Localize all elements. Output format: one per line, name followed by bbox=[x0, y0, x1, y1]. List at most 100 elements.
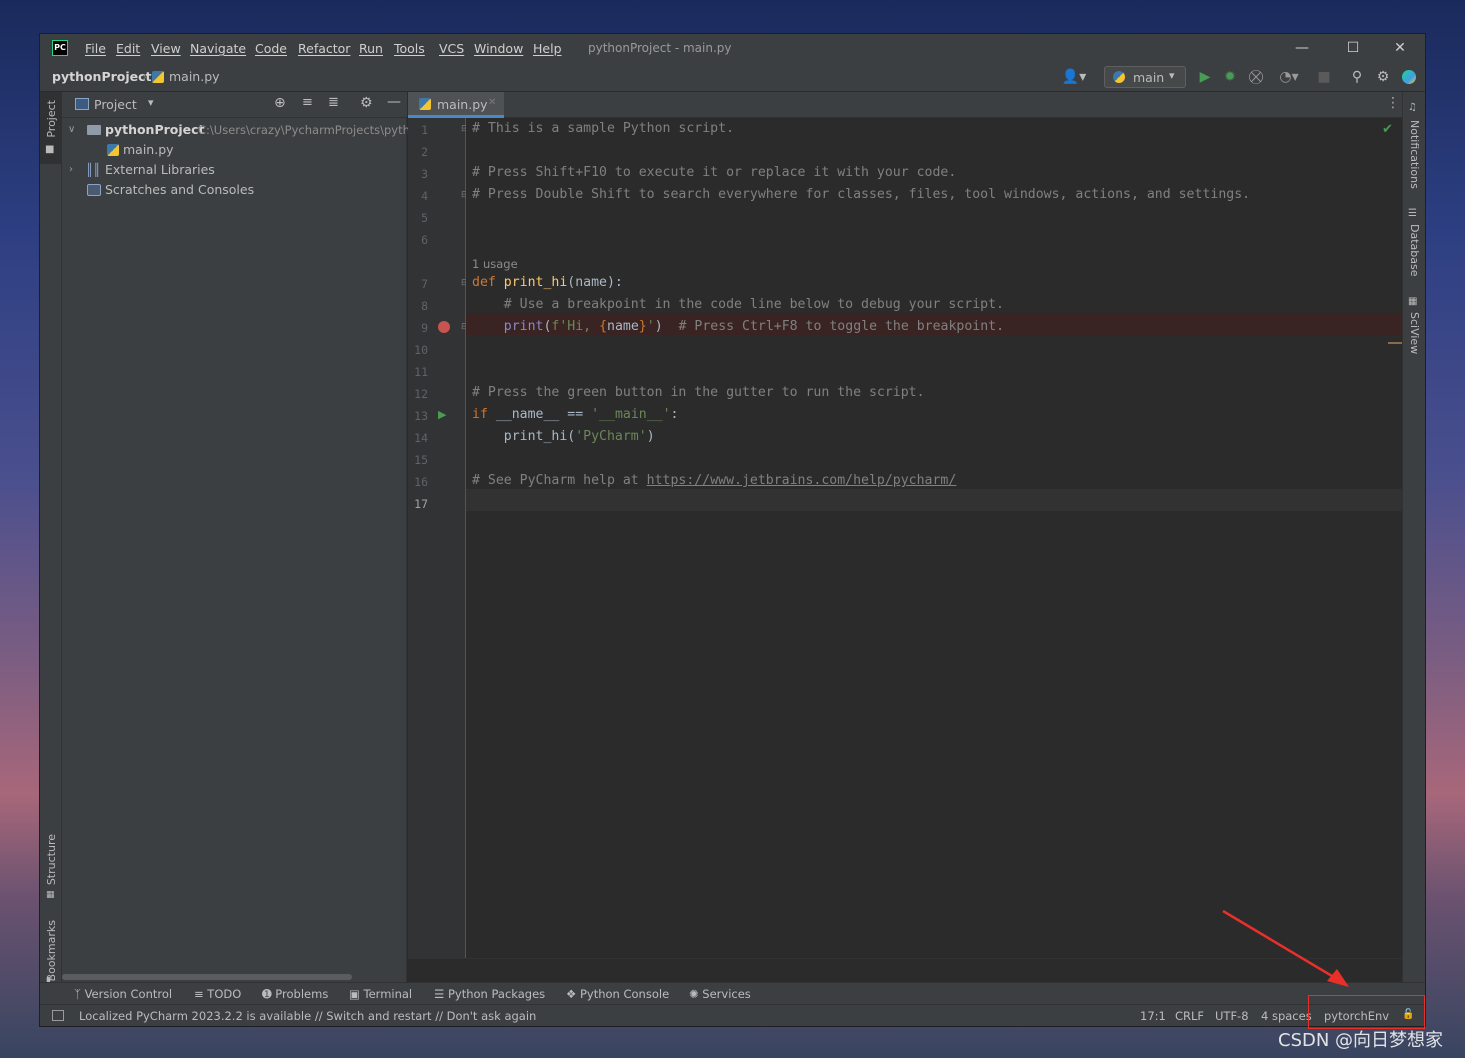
left-tool-strip: Project ■ Structure ▦ Bookmarks ▮ bbox=[40, 92, 62, 986]
debug-icon[interactable]: ✹ bbox=[1221, 69, 1239, 85]
code-editor[interactable]: ✔ # This is a sample Python script. # Pr… bbox=[466, 118, 1402, 958]
project-tool-label: Project bbox=[45, 100, 58, 138]
code-line-9: print(f'Hi, {name}') # Press Ctrl+F8 to … bbox=[472, 316, 1004, 338]
code-line-13: if __name__ == '__main__': bbox=[472, 404, 678, 426]
menu-edit[interactable]: Edit bbox=[116, 41, 140, 56]
tree-project-path: C:\Users\crazy\PycharmProjects\pyth bbox=[198, 123, 408, 137]
tool-problems[interactable]: ➊ Problems bbox=[262, 987, 328, 1001]
minimize-icon[interactable]: — bbox=[1287, 38, 1317, 58]
breakpoint-icon[interactable] bbox=[438, 321, 450, 333]
project-panel-title[interactable]: Project bbox=[94, 97, 137, 112]
menu-refactor[interactable]: Refactor bbox=[298, 41, 350, 56]
tool-todo[interactable]: ≡ TODO bbox=[194, 987, 241, 1001]
horizontal-scrollbar[interactable] bbox=[62, 974, 352, 980]
search-icon[interactable]: ⚲ bbox=[1348, 69, 1366, 85]
menu-vcs[interactable]: VCS bbox=[439, 41, 464, 56]
code-line-1: # This is a sample Python script. bbox=[472, 121, 735, 136]
menu-tools[interactable]: Tools bbox=[394, 41, 425, 56]
maximize-icon[interactable]: ☐ bbox=[1338, 38, 1368, 58]
menu-help[interactable]: Help bbox=[533, 41, 562, 56]
tool-services[interactable]: ✺ Services bbox=[689, 987, 751, 1001]
collapse-all-icon[interactable]: ≣ bbox=[328, 95, 339, 110]
annotation-highlight-box bbox=[1308, 995, 1425, 1029]
close-icon[interactable]: ✕ bbox=[1385, 38, 1415, 58]
menu-run[interactable]: Run bbox=[359, 41, 383, 56]
tree-item-external-libraries[interactable]: › ║║ External Libraries bbox=[62, 160, 407, 180]
status-indent[interactable]: 4 spaces bbox=[1261, 1009, 1312, 1023]
line-number: 5 bbox=[421, 211, 428, 225]
tool-python-console[interactable]: ❖ Python Console bbox=[566, 987, 669, 1001]
right-tool-strip: ♫ Notifications ☰ Database ▦ SciView bbox=[1402, 92, 1425, 982]
panel-settings-gear-icon[interactable]: ⚙ bbox=[360, 95, 373, 111]
stop-icon[interactable]: ■ bbox=[1315, 69, 1333, 85]
bookmarks-tool-label: Bookmarks bbox=[45, 920, 58, 982]
code-builtin: print bbox=[503, 319, 544, 334]
hide-panel-icon[interactable]: — bbox=[387, 94, 401, 110]
run-icon[interactable]: ▶ bbox=[1196, 69, 1214, 85]
expand-all-icon[interactable]: ≡ bbox=[302, 95, 313, 110]
todo-list-icon: ≡ bbox=[194, 987, 208, 1001]
annotation-arrow bbox=[1222, 909, 1349, 987]
toggle-tool-windows-icon[interactable] bbox=[52, 1010, 64, 1021]
tree-item-scratches[interactable]: Scratches and Consoles bbox=[62, 180, 407, 200]
code-with-me-icon[interactable] bbox=[1402, 70, 1416, 84]
code-paren: ) bbox=[654, 319, 663, 334]
tool-version-control[interactable]: ᛉ Version Control bbox=[74, 987, 172, 1001]
locate-file-icon[interactable]: ⊕ bbox=[274, 95, 286, 111]
breadcrumb-file[interactable]: main.py bbox=[169, 69, 220, 84]
folder-icon: ■ bbox=[45, 144, 55, 155]
caret-line-highlight bbox=[466, 489, 1402, 511]
line-number: 11 bbox=[414, 365, 428, 379]
tab-close-icon[interactable]: ✕ bbox=[488, 97, 496, 108]
code-link[interactable]: https://www.jetbrains.com/help/pycharm/ bbox=[647, 473, 957, 488]
code-keyword: if bbox=[472, 407, 496, 422]
code-comment: # See PyCharm help at bbox=[472, 473, 647, 488]
tree-item-project-root[interactable]: ∨ pythonProject C:\Users\crazy\PycharmPr… bbox=[62, 120, 408, 140]
coverage-icon[interactable]: ⛒ bbox=[1247, 69, 1265, 85]
status-encoding[interactable]: UTF-8 bbox=[1215, 1009, 1249, 1023]
tab-main-py[interactable]: main.py ✕ bbox=[408, 92, 504, 118]
notifications-tool-button[interactable]: ♫ Notifications bbox=[1403, 98, 1425, 189]
structure-tool-button[interactable]: Structure ▦ bbox=[40, 832, 62, 904]
menu-navigate[interactable]: Navigate bbox=[190, 41, 246, 56]
settings-gear-icon[interactable]: ⚙ bbox=[1374, 69, 1392, 85]
line-number: 15 bbox=[414, 453, 428, 467]
more-options-icon[interactable]: ⋮ bbox=[1386, 95, 1400, 111]
chevron-down-icon[interactable]: ▾ bbox=[148, 96, 154, 109]
database-tool-button[interactable]: ☰ Database bbox=[1403, 208, 1425, 280]
code-string: 'PyCharm' bbox=[575, 429, 647, 444]
code-call: print_hi( bbox=[472, 429, 576, 444]
tool-label: Version Control bbox=[84, 987, 173, 1001]
code-keyword: def bbox=[472, 275, 504, 290]
status-line-separator[interactable]: CRLF bbox=[1175, 1009, 1204, 1023]
line-number: 8 bbox=[421, 299, 428, 313]
menu-file[interactable]: File bbox=[85, 41, 106, 56]
profile-icon[interactable]: ◔▾ bbox=[1274, 69, 1304, 85]
run-configuration-selector[interactable]: main ▾ bbox=[1104, 66, 1186, 88]
tool-label: Python Console bbox=[579, 987, 670, 1001]
editor-gutter: 1 2 3 4 5 6 7 8 9 10 11 12 13 14 15 16 1… bbox=[408, 118, 469, 958]
menu-view[interactable]: View bbox=[151, 41, 181, 56]
code-comment: # Press Ctrl+F8 to toggle the breakpoint… bbox=[662, 319, 1005, 334]
menu-code[interactable]: Code bbox=[255, 41, 287, 56]
code-line-8: # Use a breakpoint in the code line belo… bbox=[472, 297, 1004, 312]
python-console-icon: ❖ bbox=[566, 987, 580, 1001]
account-icon[interactable]: 👤▾ bbox=[1060, 69, 1088, 85]
project-tool-button[interactable]: Project ■ bbox=[40, 92, 62, 164]
tool-python-packages[interactable]: ☰ Python Packages bbox=[434, 987, 545, 1001]
tool-terminal[interactable]: ▣ Terminal bbox=[349, 987, 412, 1001]
breadcrumb-project[interactable]: pythonProject bbox=[52, 69, 152, 84]
no-problems-check-icon[interactable]: ✔ bbox=[1382, 122, 1393, 137]
status-message[interactable]: Localized PyCharm 2023.2.2 is available … bbox=[79, 1009, 536, 1023]
line-number: 10 bbox=[414, 343, 428, 357]
tree-item-main-py[interactable]: main.py bbox=[62, 140, 407, 160]
bookmarks-tool-button[interactable]: Bookmarks ▮ bbox=[40, 918, 62, 990]
status-caret-position[interactable]: 17:1 bbox=[1140, 1009, 1166, 1023]
layers-icon: ☰ bbox=[434, 987, 448, 1001]
tool-label: Terminal bbox=[363, 987, 413, 1001]
tool-label: Python Packages bbox=[447, 987, 546, 1001]
run-gutter-icon[interactable]: ▶ bbox=[438, 408, 446, 421]
menu-window[interactable]: Window bbox=[474, 41, 523, 56]
sciview-tool-button[interactable]: ▦ SciView bbox=[1403, 296, 1425, 368]
status-bar: Localized PyCharm 2023.2.2 is available … bbox=[40, 1004, 1425, 1026]
